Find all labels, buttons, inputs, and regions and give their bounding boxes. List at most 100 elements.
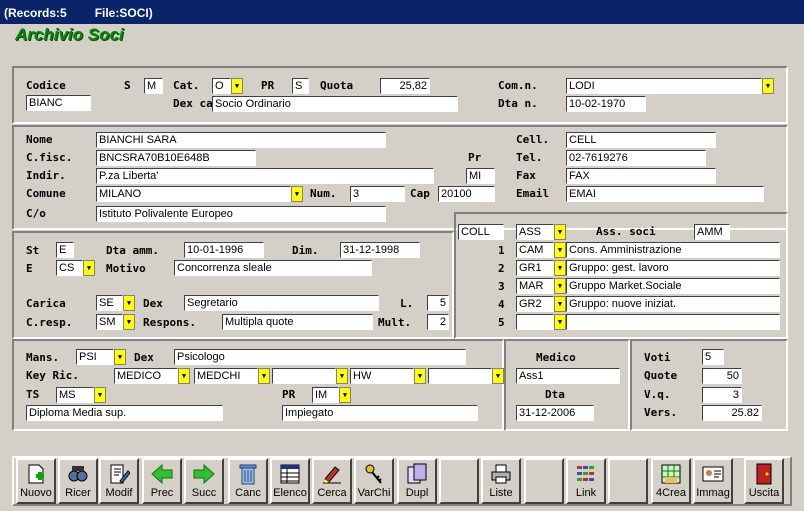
indir-field[interactable]: P.za Liberta' xyxy=(96,168,434,184)
arrow-left-icon xyxy=(151,463,173,485)
comn-dropdown-icon[interactable]: ▼ xyxy=(762,78,774,94)
key-3-dropdown-icon[interactable]: ▼ xyxy=(336,368,348,384)
dex-cat-field[interactable]: Socio Ordinario xyxy=(212,96,458,112)
assoc-row-code[interactable]: CAM xyxy=(516,242,554,258)
l-field[interactable]: 5 xyxy=(427,295,449,311)
key-field-5[interactable] xyxy=(428,368,492,384)
key-5-dropdown-icon[interactable]: ▼ xyxy=(492,368,504,384)
id-card-icon xyxy=(702,466,724,482)
assoc-row-code[interactable]: GR2 xyxy=(516,296,554,312)
motivo-field[interactable]: Concorrenza sleale xyxy=(174,260,372,276)
assoc-row-desc[interactable]: Gruppo Market.Sociale xyxy=(566,278,780,294)
assoc-row-dropdown-icon[interactable]: ▼ xyxy=(554,296,566,312)
coll-field[interactable]: COLL xyxy=(458,224,504,240)
dex-job-field[interactable]: Psicologo xyxy=(174,349,466,365)
assoc-row-dropdown-icon[interactable]: ▼ xyxy=(554,314,566,330)
crea-button[interactable]: 4Crea xyxy=(651,458,691,504)
dta-amm-field[interactable]: 10-01-1996 xyxy=(184,242,264,258)
key-field-4[interactable]: HW xyxy=(350,368,414,384)
pr-person-field[interactable]: MI xyxy=(466,168,495,184)
email-field[interactable]: EMAI xyxy=(566,186,764,202)
medico-field[interactable]: Ass1 xyxy=(516,368,620,384)
dex-status-field[interactable]: Segretario xyxy=(184,295,379,311)
cell-field[interactable]: CELL xyxy=(566,132,716,148)
e-dropdown-icon[interactable]: ▼ xyxy=(83,260,95,276)
pr-job-field[interactable]: IM xyxy=(312,387,339,403)
cfisc-field[interactable]: BNCSRA70B10E648B xyxy=(96,150,256,166)
canc-button[interactable]: Canc xyxy=(228,458,268,504)
mult-field[interactable]: 2 xyxy=(427,314,449,330)
vq-field[interactable]: 3 xyxy=(702,387,742,403)
cat-dropdown-icon[interactable]: ▼ xyxy=(231,78,243,94)
prec-button[interactable]: Prec xyxy=(142,458,182,504)
immag-button[interactable]: Immag xyxy=(693,458,733,504)
key-2-dropdown-icon[interactable]: ▼ xyxy=(258,368,270,384)
ass-field[interactable]: ASS xyxy=(516,224,554,240)
pr-desc-field[interactable]: Impiegato xyxy=(282,405,478,421)
key-1-dropdown-icon[interactable]: ▼ xyxy=(178,368,190,384)
assoc-row-desc[interactable]: Gruppo: gest. lavoro xyxy=(566,260,780,276)
ts-desc-field[interactable]: Diploma Media sup. xyxy=(26,405,223,421)
assoc-row-code[interactable] xyxy=(516,314,554,330)
comune-dropdown-icon[interactable]: ▼ xyxy=(291,186,303,202)
ts-dropdown-icon[interactable]: ▼ xyxy=(94,387,106,403)
nuovo-button[interactable]: Nuovo xyxy=(16,458,56,504)
quote-field[interactable]: 50 xyxy=(702,368,742,384)
elenco-button[interactable]: Elenco xyxy=(270,458,310,504)
dtan-field[interactable]: 10-02-1970 xyxy=(566,96,646,112)
respons-field[interactable]: Multipla quote xyxy=(222,314,373,330)
cresp-dropdown-icon[interactable]: ▼ xyxy=(123,314,135,330)
num-field[interactable]: 3 xyxy=(350,186,405,202)
quota-field[interactable]: 25,82 xyxy=(380,78,430,94)
assoc-row-code[interactable]: MAR xyxy=(516,278,554,294)
tel-field[interactable]: 02-7619276 xyxy=(566,150,706,166)
medico-dta-field[interactable]: 31-12-2006 xyxy=(516,405,594,421)
vers-field[interactable]: 25.82 xyxy=(702,405,762,421)
comn-field[interactable]: LODI xyxy=(566,78,762,94)
ts-field[interactable]: MS xyxy=(56,387,94,403)
e-field[interactable]: CS xyxy=(56,260,83,276)
cresp-field[interactable]: SM xyxy=(96,314,123,330)
dupl-button[interactable]: Dupl xyxy=(397,458,437,504)
ass-dropdown-icon[interactable]: ▼ xyxy=(554,224,566,240)
uscita-button[interactable]: Uscita xyxy=(744,458,784,504)
nome-field[interactable]: BIANCHI SARA xyxy=(96,132,386,148)
modif-button[interactable]: Modif xyxy=(99,458,139,504)
cat-field[interactable]: O xyxy=(212,78,231,94)
s-field[interactable]: M xyxy=(144,78,163,94)
assoc-row-dropdown-icon[interactable]: ▼ xyxy=(554,260,566,276)
carica-field[interactable]: SE xyxy=(96,295,123,311)
cap-field[interactable]: 20100 xyxy=(438,186,495,202)
ricer-button[interactable]: Ricer xyxy=(58,458,98,504)
assoc-row-dropdown-icon[interactable]: ▼ xyxy=(554,242,566,258)
cerca-button[interactable]: Cerca xyxy=(312,458,352,504)
fax-field[interactable]: FAX xyxy=(566,168,716,184)
voti-field[interactable]: 5 xyxy=(702,349,724,365)
comune-field[interactable]: MILANO xyxy=(96,186,291,202)
assoc-row-desc[interactable] xyxy=(566,314,780,330)
key-field-1[interactable]: MEDICO xyxy=(114,368,178,384)
link-button[interactable]: Link xyxy=(566,458,606,504)
co-field[interactable]: Istituto Polivalente Europeo xyxy=(96,206,386,222)
st-field[interactable]: E xyxy=(56,242,74,258)
varchi-button[interactable]: VarChi xyxy=(354,458,394,504)
key-field-2[interactable]: MEDCHI xyxy=(194,368,258,384)
assoc-row-desc[interactable]: Cons. Amministrazione xyxy=(566,242,780,258)
pr-job-dropdown-icon[interactable]: ▼ xyxy=(339,387,351,403)
carica-dropdown-icon[interactable]: ▼ xyxy=(123,295,135,311)
succ-button[interactable]: Succ xyxy=(184,458,224,504)
mans-dropdown-icon[interactable]: ▼ xyxy=(114,349,126,365)
dim-field[interactable]: 31-12-1998 xyxy=(340,242,420,258)
assoc-row-code[interactable]: GR1 xyxy=(516,260,554,276)
codice-field[interactable]: BIANC xyxy=(26,95,91,111)
assoc-row-dropdown-icon[interactable]: ▼ xyxy=(554,278,566,294)
arrow-right-icon xyxy=(193,463,215,485)
amm-field[interactable]: AMM xyxy=(694,224,730,240)
key-4-dropdown-icon[interactable]: ▼ xyxy=(414,368,426,384)
keys-icon xyxy=(365,464,382,484)
assoc-row-desc[interactable]: Gruppo: nuove iniziat. xyxy=(566,296,780,312)
liste-button[interactable]: Liste xyxy=(481,458,521,504)
mans-field[interactable]: PSI xyxy=(76,349,114,365)
key-field-3[interactable] xyxy=(272,368,336,384)
pr-field[interactable]: S xyxy=(292,78,309,94)
